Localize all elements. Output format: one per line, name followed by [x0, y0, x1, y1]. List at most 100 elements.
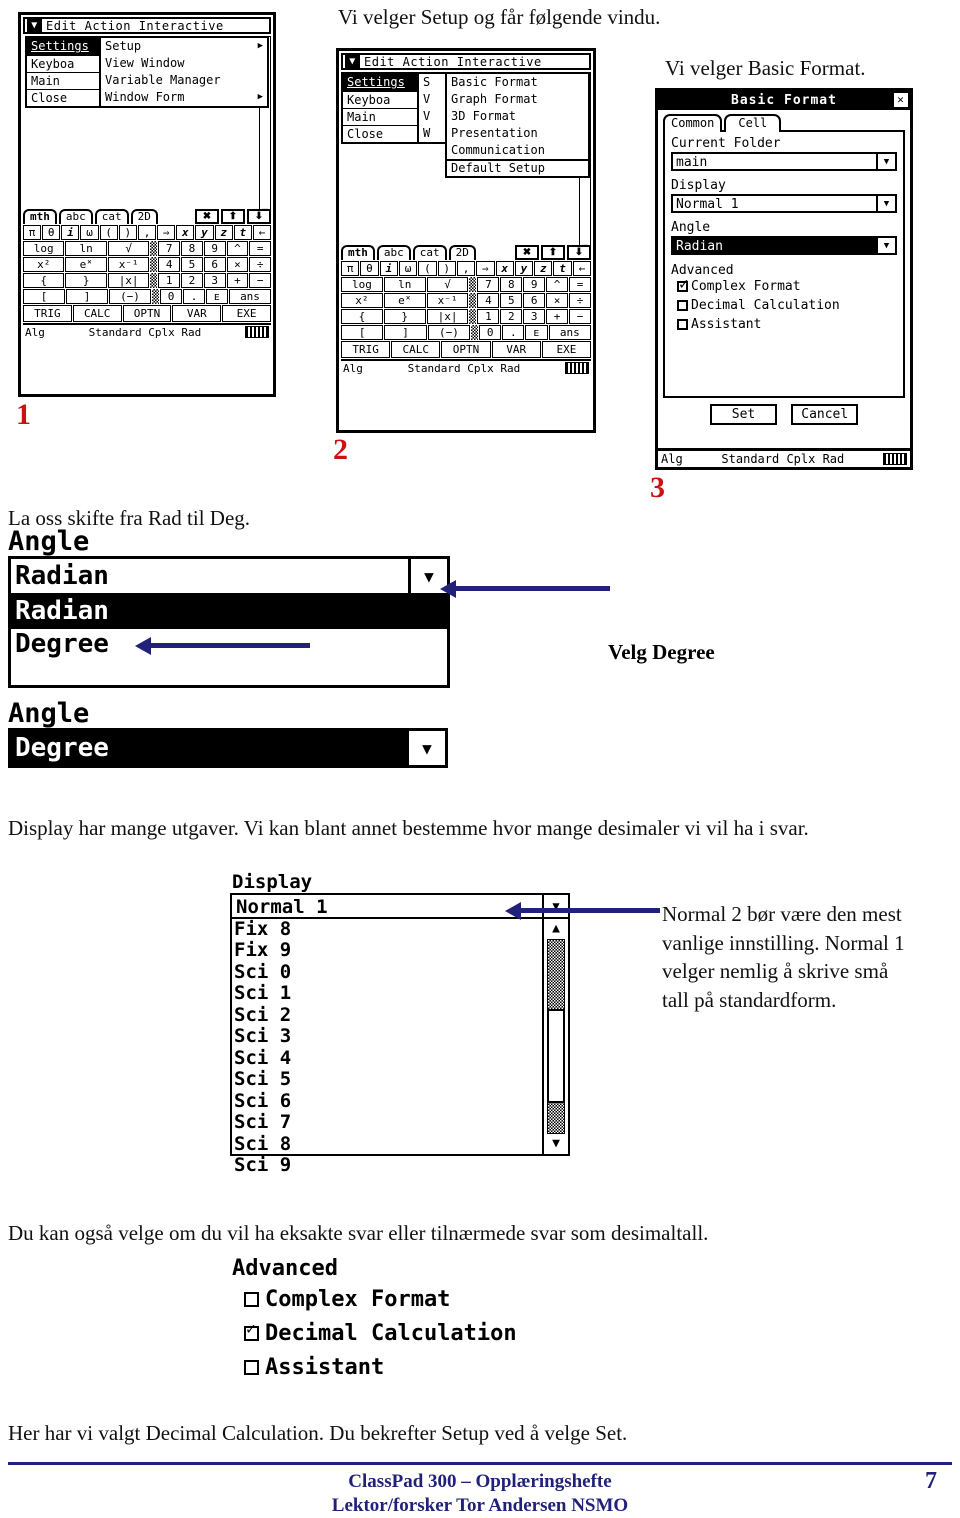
key-theta[interactable]: θ: [42, 225, 61, 240]
shift-up-icon[interactable]: ⬆: [541, 245, 565, 260]
chevron-down-icon[interactable]: ▼: [876, 154, 895, 169]
calc1-key-row-2[interactable]: x² e˟ x⁻¹ 4 5 6 × ÷: [23, 257, 272, 272]
display-option[interactable]: Sci 2: [234, 1004, 542, 1027]
key-theta[interactable]: θ: [360, 261, 379, 276]
calc2-keyboard[interactable]: mth abc cat 2D ✖ ⬆ ⬇ π θ i ω ( ) , ⇒ x y…: [339, 244, 593, 430]
chevron-down-icon[interactable]: ▼: [876, 238, 895, 253]
display-option[interactable]: Sci 3: [234, 1026, 542, 1048]
menu-item-close[interactable]: Close: [343, 125, 421, 142]
key-ln[interactable]: ln: [65, 241, 107, 256]
submenu-item-window-form-clipped[interactable]: W: [419, 125, 445, 142]
key-brace-close[interactable]: }: [65, 273, 107, 288]
calc2-format-submenu[interactable]: Basic Format Graph Format 3D Format Pres…: [445, 72, 590, 178]
calc1-function-keys[interactable]: TRIG CALC OPTN VAR EXE: [23, 305, 271, 322]
chevron-down-icon[interactable]: ▼: [542, 894, 568, 917]
key-exponent[interactable]: ᴇ: [206, 289, 228, 304]
kbtab-2d[interactable]: 2D: [130, 209, 158, 224]
key-paren-open[interactable]: (: [418, 261, 437, 276]
key-decimal[interactable]: .: [183, 289, 205, 304]
calc2-symbol-row[interactable]: π θ i ω ( ) , ⇒ x y z t ←: [341, 261, 592, 276]
key-e-power-x[interactable]: e˟: [65, 257, 107, 272]
key-6[interactable]: 6: [523, 293, 546, 308]
calc1-symbol-row[interactable]: π θ i ω ( ) , ⇒ x y z t ←: [23, 225, 272, 240]
key-brace-close[interactable]: }: [383, 309, 426, 324]
key-sqrt[interactable]: √: [426, 277, 469, 292]
calc2-key-row-3[interactable]: { } |x| 1 2 3 + −: [341, 309, 591, 324]
advanced-row-complex-format[interactable]: Complex Format: [232, 1283, 562, 1317]
key-arrow[interactable]: ⇒: [157, 225, 176, 240]
submenu-item-setup-clipped[interactable]: S: [419, 74, 445, 91]
key-ans[interactable]: ans: [548, 325, 591, 340]
display-option[interactable]: Sci 8: [234, 1133, 542, 1156]
key-ln[interactable]: ln: [383, 277, 426, 292]
key-x-squared[interactable]: x²: [341, 293, 383, 308]
key-trig[interactable]: TRIG: [341, 341, 391, 358]
key-calc[interactable]: CALC: [391, 341, 441, 358]
display-option[interactable]: Fix 9: [234, 940, 542, 962]
key-var[interactable]: VAR: [172, 305, 222, 322]
checkbox-row-complex-format[interactable]: Complex Format: [671, 276, 897, 294]
key-bracket-open[interactable]: [: [341, 325, 384, 340]
calc1-key-row-4[interactable]: [ ] (−) 0 . ᴇ ans: [23, 289, 271, 304]
key-arrow[interactable]: ⇒: [476, 261, 495, 276]
key-equals[interactable]: =: [249, 241, 272, 256]
key-e-power-x[interactable]: e˟: [383, 293, 426, 308]
key-t[interactable]: t: [553, 261, 572, 276]
key-ans[interactable]: ans: [229, 289, 271, 304]
calc2-key-row-1[interactable]: log ln √ 7 8 9 ^ =: [341, 277, 591, 292]
key-multiply[interactable]: ×: [546, 293, 569, 308]
scroll-up-icon[interactable]: ▲: [544, 919, 568, 939]
submenu-item-view-window-clipped[interactable]: V: [419, 91, 445, 108]
calc2-keyboard-tabs[interactable]: mth abc cat 2D ✖ ⬆ ⬇: [341, 245, 591, 260]
key-minus[interactable]: −: [249, 273, 272, 288]
checkbox-assistant[interactable]: [244, 1360, 259, 1376]
key-trig[interactable]: TRIG: [23, 305, 72, 322]
key-optn[interactable]: OPTN: [441, 341, 491, 358]
menu-item-settings[interactable]: Settings: [343, 74, 421, 91]
submenu-item-view-window[interactable]: View Window: [101, 55, 267, 72]
calc2-key-row-2[interactable]: x² e˟ x⁻¹ 4 5 6 × ÷: [341, 293, 591, 308]
calc1-keyboard-tabs[interactable]: mth abc cat 2D ✖ ⬆ ⬇: [23, 209, 271, 224]
key-exponent[interactable]: ᴇ: [525, 325, 548, 340]
calc2-key-row-4[interactable]: [ ] (−) 0 . ᴇ ans: [341, 325, 591, 340]
key-exe[interactable]: EXE: [222, 305, 271, 322]
submenu-item-graph-format[interactable]: Graph Format: [447, 91, 588, 108]
key-4[interactable]: 4: [158, 257, 181, 272]
menu-item-main[interactable]: Main: [343, 108, 421, 125]
key-omega[interactable]: ω: [80, 225, 99, 240]
submenu-item-setup[interactable]: Setup ▶: [101, 38, 267, 55]
scroll-down-icon[interactable]: ▼: [544, 1134, 568, 1154]
display-option[interactable]: Sci 9: [234, 1155, 542, 1177]
key-x[interactable]: x: [176, 225, 195, 240]
kbtab-mth[interactable]: mth: [341, 245, 375, 260]
key-negate[interactable]: (−): [109, 289, 151, 304]
display-option[interactable]: Sci 5: [234, 1069, 542, 1091]
key-divide[interactable]: ÷: [569, 293, 591, 308]
menu-item-keyboard[interactable]: Keyboa: [343, 91, 421, 108]
calc1-key-row-3[interactable]: { } |x| 1 2 3 + −: [23, 273, 272, 288]
calc1-setup-submenu[interactable]: Setup ▶ View Window Variable Manager Win…: [99, 36, 269, 108]
key-brace-open[interactable]: {: [341, 309, 383, 324]
display-option[interactable]: Sci 0: [234, 961, 542, 984]
display-option-items[interactable]: Fix 8 Fix 9 Sci 0 Sci 1 Sci 2 Sci 3 Sci …: [232, 918, 542, 1176]
checkbox-complex-format[interactable]: [244, 1292, 259, 1308]
calc1-keyboard[interactable]: mth abc cat 2D ✖ ⬆ ⬇ π θ i ω ( ) , ⇒ x y…: [21, 208, 273, 394]
key-y[interactable]: y: [195, 225, 214, 240]
key-1[interactable]: 1: [158, 273, 181, 288]
key-2[interactable]: 2: [500, 309, 523, 324]
key-plus[interactable]: +: [546, 309, 569, 324]
display-option[interactable]: Sci 7: [234, 1112, 542, 1134]
key-7[interactable]: 7: [477, 277, 500, 292]
display-scrollbar[interactable]: ▲ ▼: [542, 918, 568, 1154]
checkbox-complex-format[interactable]: [677, 276, 689, 292]
submenu-item-default-setup[interactable]: Default Setup: [447, 159, 588, 176]
key-var[interactable]: VAR: [491, 341, 541, 358]
key-bracket-open[interactable]: [: [23, 289, 65, 304]
key-paren-close[interactable]: ): [437, 261, 456, 276]
advanced-row-decimal-calculation[interactable]: Decimal Calculation: [232, 1317, 562, 1351]
shift-down-icon[interactable]: ⬇: [567, 245, 591, 260]
key-i[interactable]: i: [379, 261, 398, 276]
key-calc[interactable]: CALC: [72, 305, 122, 322]
calc2-setup-submenu-clipped[interactable]: S V V W: [417, 72, 447, 144]
key-5[interactable]: 5: [500, 293, 523, 308]
